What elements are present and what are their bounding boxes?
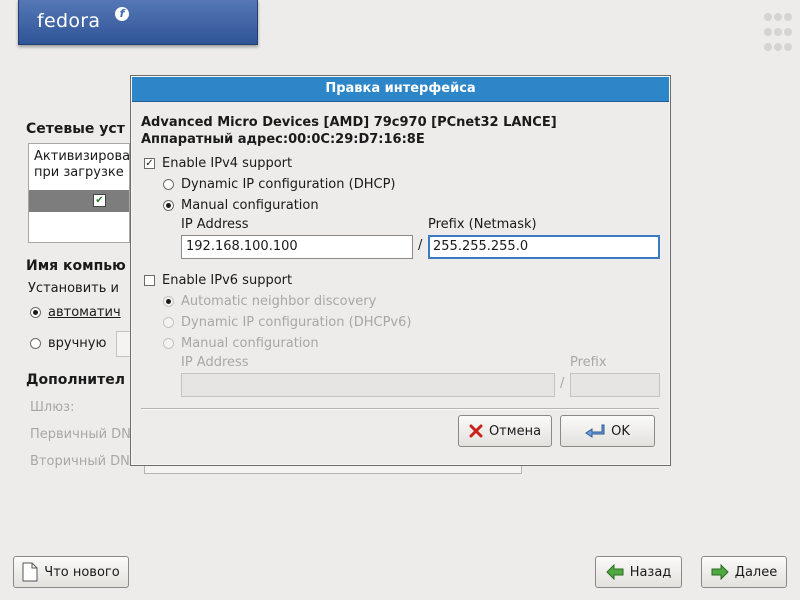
hostname-manual-radio[interactable] xyxy=(30,338,41,349)
ipv4-dhcp-label[interactable]: Dynamic IP configuration (DHCP) xyxy=(181,177,395,192)
arrow-left-icon xyxy=(605,564,624,580)
next-button[interactable]: Далее xyxy=(701,556,787,588)
dialog-separator xyxy=(141,408,659,410)
ipv4-ip-address-input[interactable]: 192.168.100.100 xyxy=(181,235,413,259)
ipv4-enable-checkbox[interactable]: ✓ xyxy=(144,158,155,169)
hostname-auto-radio[interactable] xyxy=(30,307,41,318)
ipv4-prefix-input[interactable]: 255.255.255.0 xyxy=(428,235,660,259)
secondary-dns-label: Вторичный DN xyxy=(30,454,130,469)
ipv6-manual-radio[interactable] xyxy=(163,338,174,349)
ipv6-dhcp-radio[interactable] xyxy=(163,317,174,328)
device-name: Advanced Micro Devices [AMD] 79c970 [PCn… xyxy=(141,115,557,130)
device-onboot-checkbox[interactable]: ✔ xyxy=(93,194,106,207)
next-label: Далее xyxy=(734,564,778,580)
cancel-label: Отмена xyxy=(488,423,542,439)
cancel-button[interactable]: Отмена xyxy=(458,415,552,447)
enter-arrow-icon xyxy=(585,424,605,438)
hardware-address: Аппаратный адрес:00:0C:29:D7:16:8E xyxy=(141,132,425,147)
back-label: Назад xyxy=(629,564,672,580)
decorative-dots xyxy=(763,12,793,57)
dialog-title: Правка интерфейса xyxy=(132,77,669,102)
ipv4-manual-radio[interactable] xyxy=(163,200,174,211)
ok-button[interactable]: OK xyxy=(560,415,655,447)
edit-interface-dialog: Правка интерфейса Advanced Micro Devices… xyxy=(130,75,671,466)
ipv4-separator: / xyxy=(418,238,423,253)
ipv6-enable-label[interactable]: Enable IPv6 support xyxy=(162,273,292,288)
device-list-header-line2: при загрузке xyxy=(34,165,124,180)
release-notes-label: Что нового xyxy=(44,564,120,580)
primary-dns-label: Первичный DN xyxy=(30,427,131,442)
back-button[interactable]: Назад xyxy=(595,556,682,588)
ipv6-separator: / xyxy=(560,376,565,391)
ipv6-ip-address-input[interactable] xyxy=(181,373,555,397)
ipv6-dhcp-label[interactable]: Dynamic IP configuration (DHCPv6) xyxy=(181,315,411,330)
ipv4-ip-address-label: IP Address xyxy=(181,217,249,232)
device-list-header: Активизирова при загрузке xyxy=(34,149,130,181)
device-row-selected[interactable]: ✔ xyxy=(29,190,129,212)
ipv6-prefix-input[interactable] xyxy=(570,373,660,397)
release-notes-button[interactable]: Что нового xyxy=(13,556,129,588)
hostname-heading: Имя компью xyxy=(26,258,126,274)
cancel-x-icon xyxy=(469,424,483,438)
ipv6-manual-label[interactable]: Manual configuration xyxy=(181,336,319,351)
ipv4-dhcp-radio[interactable] xyxy=(163,179,174,190)
fedora-logo-icon: f xyxy=(115,7,129,21)
document-icon xyxy=(22,562,38,582)
network-devices-heading: Сетевые уст xyxy=(26,121,125,137)
hostname-manual-field[interactable] xyxy=(116,331,131,357)
additional-settings-heading: Дополнител xyxy=(26,372,125,388)
network-device-list[interactable]: Активизирова при загрузке ✔ xyxy=(28,143,130,243)
hostname-manual-label[interactable]: вручную xyxy=(48,336,106,351)
ipv4-prefix-label: Prefix (Netmask) xyxy=(428,217,537,232)
ipv4-manual-label[interactable]: Manual configuration xyxy=(181,198,319,213)
ipv6-auto-radio[interactable] xyxy=(163,296,174,307)
ipv6-ip-address-label: IP Address xyxy=(181,355,249,370)
set-hostname-label: Установить и xyxy=(28,281,119,296)
device-list-header-line1: Активизирова xyxy=(34,149,131,164)
fedora-banner: fedora f xyxy=(18,0,258,45)
ipv6-enable-checkbox[interactable] xyxy=(144,275,155,286)
hostname-auto-label[interactable]: автоматич xyxy=(48,305,121,320)
gateway-label: Шлюз: xyxy=(30,400,75,415)
ok-label: OK xyxy=(611,423,630,439)
arrow-right-icon xyxy=(711,564,729,580)
fedora-logo-text: fedora xyxy=(37,10,101,32)
ipv6-auto-label[interactable]: Automatic neighbor discovery xyxy=(181,294,376,309)
ipv6-prefix-label: Prefix xyxy=(570,355,607,370)
ipv4-enable-label[interactable]: Enable IPv4 support xyxy=(162,156,292,171)
